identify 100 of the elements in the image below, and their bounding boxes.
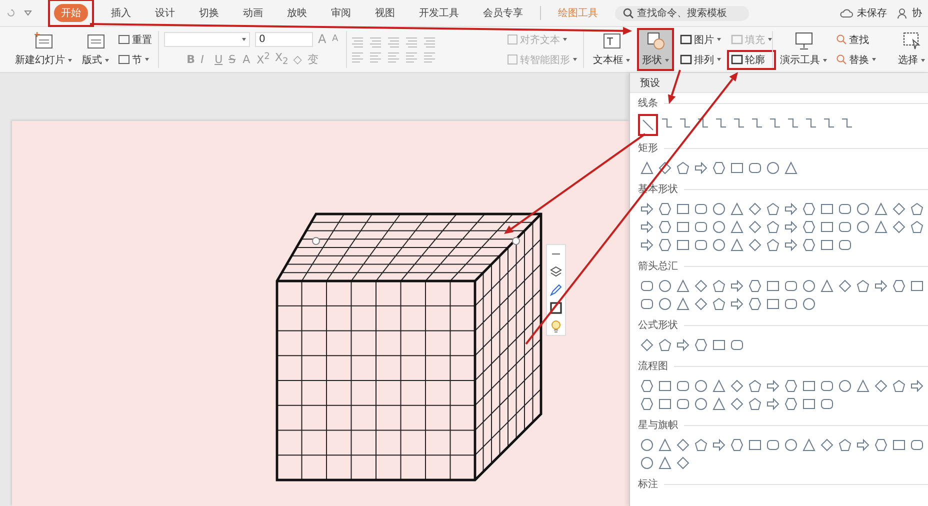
shape-icon[interactable] [874,202,888,216]
shape-icon[interactable] [802,202,816,216]
shape-icon[interactable] [838,202,852,216]
shape-icon[interactable] [676,279,690,293]
shape-icon[interactable] [838,220,852,234]
shape-icon[interactable] [712,220,726,234]
shape-icon[interactable] [892,202,906,216]
shape-icon[interactable] [856,438,870,452]
font-size-field[interactable]: 0 [254,32,313,47]
shape-icon[interactable] [658,220,672,234]
shape-icon[interactable] [820,438,834,452]
menu-tab[interactable]: 视图 [368,4,402,22]
shape-icon[interactable] [784,438,798,452]
shape-icon[interactable] [748,220,762,234]
menu-tab[interactable]: 审阅 [324,4,358,22]
shape-icon[interactable] [766,297,780,311]
shape-icon[interactable] [784,397,798,411]
shape-icon[interactable] [748,379,762,393]
shape-icon[interactable] [696,116,710,130]
shape-icon[interactable] [748,297,762,311]
section-button[interactable]: 节 [116,52,154,68]
menu-tab[interactable]: 切换 [192,4,226,22]
shape-icon[interactable] [820,202,834,216]
shape-icon[interactable] [712,279,726,293]
shape-icon[interactable] [874,279,888,293]
menu-tab[interactable]: 会员专享 [476,4,530,22]
shape-icon[interactable] [802,238,816,252]
shape-icon[interactable] [892,438,906,452]
shape-icon[interactable] [730,279,744,293]
shape-icon[interactable] [676,338,690,352]
shape-icon[interactable] [892,379,906,393]
shape-icon[interactable] [658,202,672,216]
shape-icon[interactable] [730,297,744,311]
shape-icon[interactable] [694,220,708,234]
shape-icon[interactable] [910,220,924,234]
shape-icon[interactable] [658,238,672,252]
shape-icon[interactable] [802,297,816,311]
shape-icon[interactable] [910,202,924,216]
shape-icon[interactable] [802,279,816,293]
shape-icon[interactable] [820,220,834,234]
shape-icon[interactable] [766,202,780,216]
layers-icon[interactable] [549,265,563,279]
shape-icon[interactable] [730,438,744,452]
shape-icon[interactable] [676,202,690,216]
shape-icon[interactable] [748,161,762,175]
shape-icon[interactable] [822,116,836,130]
shape-icon[interactable] [658,279,672,293]
shape-icon[interactable] [712,338,726,352]
shape-icon[interactable] [892,220,906,234]
shape-icon[interactable] [676,438,690,452]
shape-icon[interactable] [784,297,798,311]
shape-icon[interactable] [820,397,834,411]
shape-icon[interactable] [766,438,780,452]
reset-button[interactable]: 重置 [116,32,154,48]
shape-icon[interactable] [712,379,726,393]
shape-icon[interactable] [730,238,744,252]
shape-icon[interactable] [856,202,870,216]
shape-icon[interactable] [658,379,672,393]
shape-icon[interactable] [784,161,798,175]
shape-icon[interactable] [732,116,746,130]
shape-icon[interactable] [676,397,690,411]
shape-icon[interactable] [640,397,654,411]
shape-icon[interactable] [730,379,744,393]
shape-icon[interactable] [784,379,798,393]
shape-icon[interactable] [640,438,654,452]
shape-icon[interactable] [820,379,834,393]
text-box-button[interactable]: 文本框 [590,30,634,69]
search-field[interactable]: 查找命令、搜索模板 [615,6,749,20]
shape-icon[interactable] [840,116,854,130]
shape-icon[interactable] [856,379,870,393]
shape-icon[interactable] [712,238,726,252]
shape-icon[interactable] [658,161,672,175]
collaborate-link[interactable]: 协 [912,6,922,20]
save-status[interactable]: 未保存 [857,6,887,20]
selection-handle[interactable] [312,237,320,245]
shape-icon[interactable] [658,338,672,352]
selection-handle[interactable] [512,237,520,245]
font-name-field[interactable] [164,32,250,47]
shape-icon[interactable] [658,456,672,470]
shape-icon[interactable] [694,238,708,252]
drawing-tool-button[interactable]: 轮廓 [729,52,768,68]
layout-button[interactable]: 版式 [79,30,112,69]
shape-icon[interactable] [640,161,654,175]
menu-tab[interactable]: 开发工具 [412,4,466,22]
shape-icon[interactable] [910,279,924,293]
shape-icon[interactable] [694,397,708,411]
shape-icon[interactable] [874,379,888,393]
shape-icon[interactable] [838,238,852,252]
shape-icon[interactable] [748,279,762,293]
shape-icon[interactable] [714,116,728,130]
shape-icon[interactable] [712,397,726,411]
shape-icon[interactable] [730,338,744,352]
shape-icon[interactable] [748,397,762,411]
shape-icon[interactable] [748,202,762,216]
shape-icon[interactable] [910,379,924,393]
shape-icon[interactable] [802,438,816,452]
shape-icon[interactable] [640,220,654,234]
shape-icon[interactable] [640,297,654,311]
menu-tab[interactable]: 插入 [104,4,138,22]
shape-icon[interactable] [678,116,692,130]
